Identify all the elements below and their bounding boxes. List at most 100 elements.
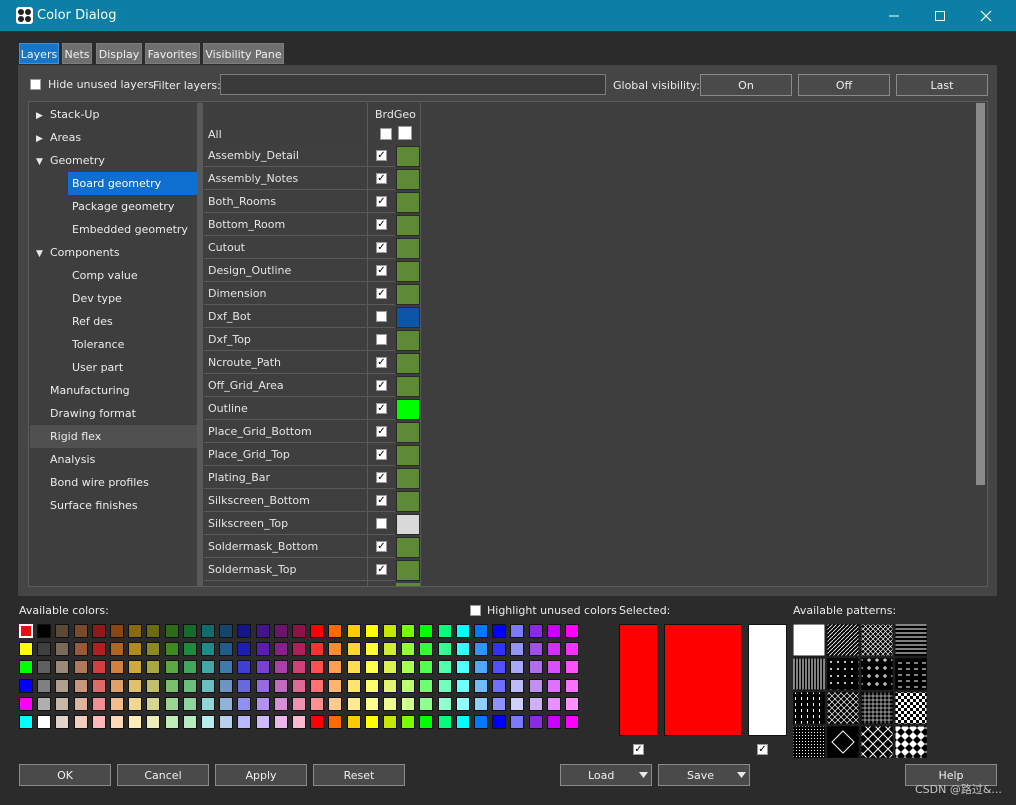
palette-color-cell[interactable] (73, 678, 88, 693)
palette-color-cell[interactable] (255, 642, 270, 657)
palette-color-cell[interactable] (55, 696, 70, 711)
pattern-square-grid[interactable] (860, 691, 894, 725)
layer-visible-checkbox[interactable]: ✓ (376, 196, 387, 207)
palette-color-cell[interactable] (73, 696, 88, 711)
layer-row[interactable]: Ncroute_Path ✓ (204, 352, 420, 375)
palette-color-cell[interactable] (528, 642, 543, 657)
pattern-vertical[interactable] (793, 657, 826, 691)
palette-color-cell[interactable] (19, 624, 33, 638)
palette-color-cell[interactable] (492, 696, 507, 711)
palette-color-cell[interactable] (237, 660, 252, 675)
palette-color-cell[interactable] (273, 660, 288, 675)
palette-color-cell[interactable] (310, 624, 325, 638)
selected-color-checkbox[interactable]: ✓ (633, 744, 644, 755)
palette-color-cell[interactable] (437, 660, 452, 675)
cancel-button[interactable]: Cancel (117, 764, 209, 786)
palette-color-cell[interactable] (364, 696, 379, 711)
palette-color-cell[interactable] (401, 660, 416, 675)
palette-color-cell[interactable] (546, 660, 561, 675)
palette-color-cell[interactable] (73, 660, 88, 675)
palette-color-cell[interactable] (55, 660, 70, 675)
layer-color-swatch[interactable] (396, 192, 420, 213)
palette-color-cell[interactable] (492, 715, 507, 729)
palette-color-cell[interactable] (565, 715, 579, 729)
palette-color-cell[interactable] (455, 715, 470, 729)
palette-color-cell[interactable] (364, 678, 379, 693)
palette-color-cell[interactable] (164, 696, 179, 711)
palette-color-cell[interactable] (346, 696, 361, 711)
palette-color-cell[interactable] (110, 715, 124, 729)
palette-color-cell[interactable] (182, 696, 197, 711)
palette-color-cell[interactable] (255, 696, 270, 711)
palette-color-cell[interactable] (110, 624, 124, 638)
palette-color-cell[interactable] (55, 642, 70, 657)
selected-background-swatch[interactable] (748, 624, 787, 736)
palette-color-cell[interactable] (37, 624, 52, 638)
layer-visible-checkbox[interactable]: ✓ (376, 472, 387, 483)
palette-color-cell[interactable] (474, 660, 488, 675)
tree-item[interactable]: Tolerance (68, 333, 197, 356)
layer-color-swatch[interactable] (396, 169, 420, 190)
tree-item[interactable]: ▼ Components (30, 241, 197, 264)
palette-color-cell[interactable] (437, 696, 452, 711)
palette-color-cell[interactable] (310, 696, 325, 711)
tree-item[interactable]: Drawing format (30, 402, 197, 425)
palette-color-cell[interactable] (419, 660, 434, 675)
layer-visible-checkbox[interactable] (376, 311, 387, 322)
tab-layers[interactable]: Layers (19, 43, 59, 64)
palette-color-cell[interactable] (73, 642, 88, 657)
palette-color-cell[interactable] (474, 696, 488, 711)
palette-color-cell[interactable] (437, 715, 452, 729)
layer-row[interactable]: Place_Grid_Top ✓ (204, 444, 420, 467)
palette-color-cell[interactable] (565, 624, 579, 638)
palette-color-cell[interactable] (55, 678, 70, 693)
palette-color-cell[interactable] (346, 642, 361, 657)
all-color-swatch[interactable] (398, 126, 412, 140)
tree-item[interactable]: Package geometry (68, 195, 197, 218)
collapse-arrow-icon[interactable]: ▶ (36, 128, 50, 151)
palette-color-cell[interactable] (292, 642, 306, 657)
layer-row[interactable]: Plating_Bar ✓ (204, 467, 420, 490)
palette-color-cell[interactable] (201, 642, 215, 657)
save-button[interactable]: Save (658, 764, 750, 786)
layer-visible-checkbox[interactable]: ✓ (376, 403, 387, 414)
palette-color-cell[interactable] (91, 715, 106, 729)
filter-layers-input[interactable] (220, 74, 606, 95)
layer-color-swatch[interactable] (396, 399, 420, 420)
palette-color-cell[interactable] (19, 715, 33, 729)
palette-color-cell[interactable] (237, 678, 252, 693)
tree-item[interactable]: ▼ Geometry (30, 149, 197, 172)
palette-color-cell[interactable] (164, 642, 179, 657)
tree-splitter[interactable] (197, 103, 203, 586)
layer-row[interactable]: Dxf_Bot (204, 306, 420, 329)
palette-color-cell[interactable] (510, 624, 525, 638)
palette-color-cell[interactable] (91, 660, 106, 675)
layer-visible-checkbox[interactable]: ✓ (376, 495, 387, 506)
tab-visibility-pane[interactable]: Visibility Pane (203, 43, 284, 64)
maximize-button[interactable] (917, 0, 963, 31)
tree-item[interactable]: Comp value (68, 264, 197, 287)
palette-color-cell[interactable] (310, 678, 325, 693)
layer-visible-checkbox[interactable]: ✓ (376, 288, 387, 299)
palette-color-cell[interactable] (110, 678, 124, 693)
palette-color-cell[interactable] (255, 715, 270, 729)
palette-color-cell[interactable] (383, 678, 397, 693)
palette-color-cell[interactable] (364, 624, 379, 638)
palette-color-cell[interactable] (73, 715, 88, 729)
all-visible-checkbox[interactable] (380, 128, 392, 140)
palette-color-cell[interactable] (219, 642, 234, 657)
palette-color-cell[interactable] (219, 660, 234, 675)
tab-nets[interactable]: Nets (62, 43, 92, 64)
palette-color-cell[interactable] (474, 642, 488, 657)
tree-item[interactable]: ▶ Areas (30, 126, 197, 149)
palette-color-cell[interactable] (19, 696, 33, 711)
palette-color-cell[interactable] (255, 624, 270, 638)
layer-row[interactable]: Dimension ✓ (204, 283, 420, 306)
palette-color-cell[interactable] (201, 715, 215, 729)
palette-color-cell[interactable] (237, 715, 252, 729)
palette-color-cell[interactable] (128, 624, 143, 638)
palette-color-cell[interactable] (128, 642, 143, 657)
palette-color-cell[interactable] (37, 715, 52, 729)
layer-visible-checkbox[interactable]: ✓ (376, 150, 387, 161)
palette-color-cell[interactable] (401, 642, 416, 657)
